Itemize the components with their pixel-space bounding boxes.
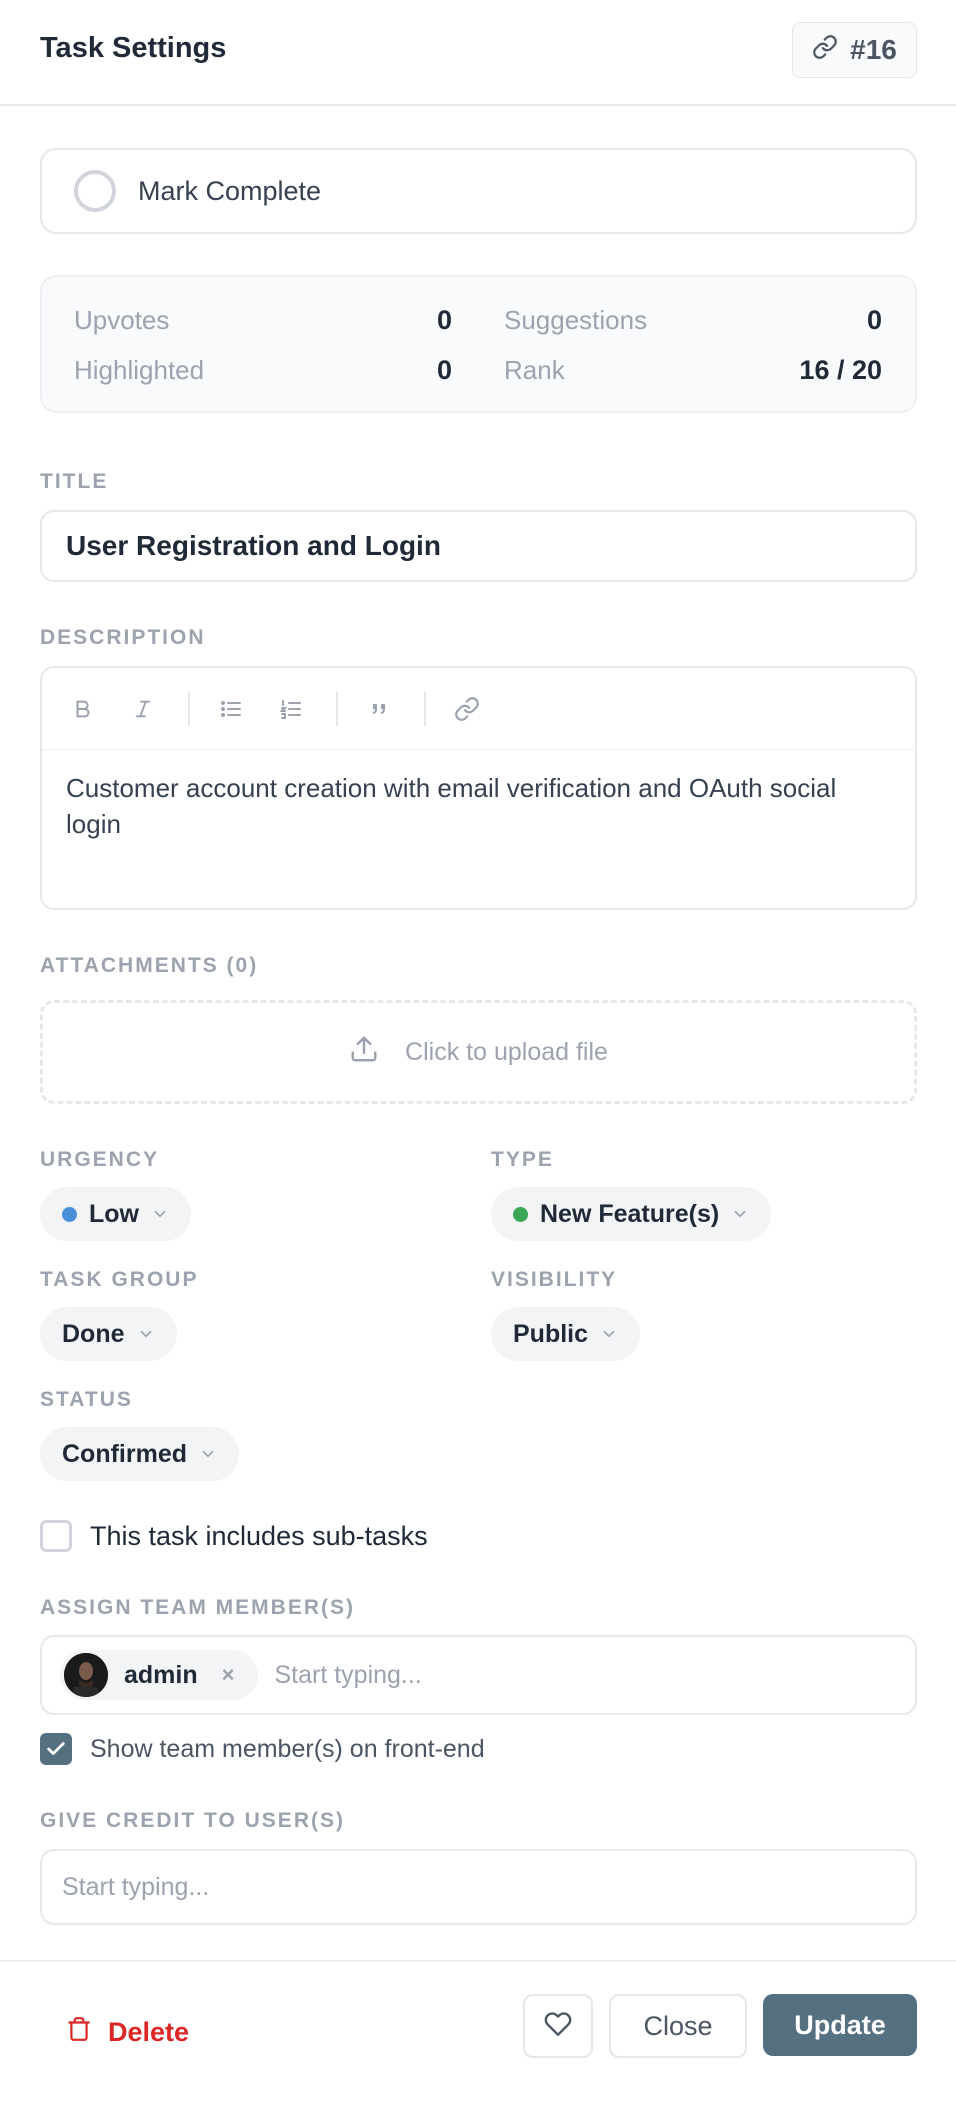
description-label: DESCRIPTION bbox=[40, 626, 206, 649]
type-label: TYPE bbox=[491, 1148, 554, 1171]
quote-icon[interactable] bbox=[364, 694, 394, 724]
assign-members-input[interactable]: admin × Start typing... bbox=[40, 1635, 917, 1715]
description-editor: Customer account creation with email ver… bbox=[40, 666, 917, 910]
toolbar-divider bbox=[424, 691, 426, 726]
task-group-value: Done bbox=[62, 1319, 125, 1348]
assign-placeholder: Start typing... bbox=[274, 1660, 422, 1689]
attachments-label: ATTACHMENTS (0) bbox=[40, 954, 259, 977]
modal-footer: Delete Close Update bbox=[0, 1960, 956, 2106]
subtasks-label: This task includes sub-tasks bbox=[90, 1520, 428, 1551]
suggestions-value: 0 bbox=[866, 305, 882, 335]
member-chip: admin × bbox=[60, 1650, 259, 1700]
avatar bbox=[64, 1653, 108, 1697]
task-group-select[interactable]: Done bbox=[40, 1307, 177, 1361]
heart-button[interactable] bbox=[523, 1994, 593, 2058]
highlighted-value: 0 bbox=[436, 355, 452, 385]
subtasks-checkbox[interactable] bbox=[40, 1520, 72, 1552]
status-value: Confirmed bbox=[62, 1439, 187, 1468]
delete-label: Delete bbox=[108, 2017, 190, 2047]
urgency-label: URGENCY bbox=[40, 1148, 160, 1171]
task-group-label: TASK GROUP bbox=[40, 1268, 199, 1291]
upload-text: Click to upload file bbox=[405, 1037, 608, 1066]
toolbar-divider bbox=[336, 691, 338, 726]
description-text[interactable]: Customer account creation with email ver… bbox=[42, 750, 915, 862]
urgency-select[interactable]: Low bbox=[40, 1187, 191, 1241]
status-label: STATUS bbox=[40, 1388, 133, 1411]
bold-icon[interactable] bbox=[68, 694, 98, 724]
visibility-value: Public bbox=[513, 1319, 589, 1348]
toolbar-divider bbox=[188, 691, 190, 726]
suggestions-label: Suggestions bbox=[504, 305, 648, 335]
delete-button[interactable]: Delete bbox=[66, 2014, 189, 2051]
bullet-list-icon[interactable] bbox=[216, 694, 246, 724]
show-members-label: Show team member(s) on front-end bbox=[90, 1734, 485, 1763]
credit-users-input[interactable]: Start typing... bbox=[40, 1849, 917, 1925]
task-stats: Upvotes 0 Suggestions 0 Highlighted 0 Ra… bbox=[40, 275, 917, 413]
numbered-list-icon[interactable] bbox=[276, 694, 306, 724]
member-name: admin bbox=[124, 1660, 198, 1689]
chevron-down-icon bbox=[137, 1325, 155, 1343]
chevron-down-icon bbox=[600, 1325, 618, 1343]
credit-label: GIVE CREDIT TO USER(S) bbox=[40, 1809, 345, 1832]
check-icon bbox=[47, 1742, 65, 1755]
italic-icon[interactable] bbox=[128, 694, 158, 724]
rank-value: 16 / 20 bbox=[799, 355, 882, 385]
close-button[interactable]: Close bbox=[609, 1994, 747, 2058]
remove-member-icon[interactable]: × bbox=[222, 1662, 235, 1688]
title-input[interactable]: User Registration and Login bbox=[40, 510, 917, 582]
visibility-label: VISIBILITY bbox=[491, 1268, 618, 1291]
show-members-checkbox[interactable] bbox=[40, 1733, 72, 1765]
type-value: New Feature(s) bbox=[540, 1199, 720, 1228]
upload-dropzone[interactable]: Click to upload file bbox=[40, 1000, 917, 1104]
link-icon[interactable] bbox=[452, 694, 482, 724]
modal-header: Task Settings #16 bbox=[0, 0, 956, 106]
complete-circle-icon bbox=[74, 170, 116, 212]
subtasks-checkbox-row[interactable]: This task includes sub-tasks bbox=[40, 1520, 428, 1552]
rank-label: Rank bbox=[504, 355, 565, 385]
type-dot bbox=[513, 1206, 528, 1222]
update-button[interactable]: Update bbox=[763, 1994, 917, 2056]
trash-icon bbox=[66, 2014, 92, 2051]
upload-icon bbox=[349, 1034, 379, 1071]
assign-label: ASSIGN TEAM MEMBER(S) bbox=[40, 1596, 355, 1619]
show-members-checkbox-row[interactable]: Show team member(s) on front-end bbox=[40, 1733, 485, 1765]
title-label: TITLE bbox=[40, 470, 109, 493]
highlighted-label: Highlighted bbox=[74, 355, 205, 385]
modal-title: Task Settings bbox=[40, 32, 227, 64]
chevron-down-icon bbox=[151, 1205, 169, 1223]
upvotes-value: 0 bbox=[436, 305, 452, 335]
upvotes-label: Upvotes bbox=[74, 305, 170, 335]
credit-placeholder: Start typing... bbox=[62, 1872, 210, 1901]
chevron-down-icon bbox=[731, 1205, 749, 1223]
link-icon bbox=[812, 34, 838, 67]
heart-icon bbox=[544, 2010, 572, 2043]
status-select[interactable]: Confirmed bbox=[40, 1427, 239, 1481]
urgency-dot bbox=[62, 1206, 77, 1222]
visibility-select[interactable]: Public bbox=[491, 1307, 641, 1361]
mark-complete-button[interactable]: Mark Complete bbox=[40, 148, 917, 234]
chevron-down-icon bbox=[199, 1445, 217, 1463]
type-select[interactable]: New Feature(s) bbox=[491, 1187, 772, 1241]
mark-complete-label: Mark Complete bbox=[138, 175, 322, 206]
editor-toolbar bbox=[42, 668, 915, 750]
task-link-button[interactable]: #16 bbox=[792, 22, 917, 78]
urgency-value: Low bbox=[89, 1199, 139, 1228]
task-id: #16 bbox=[850, 34, 897, 65]
